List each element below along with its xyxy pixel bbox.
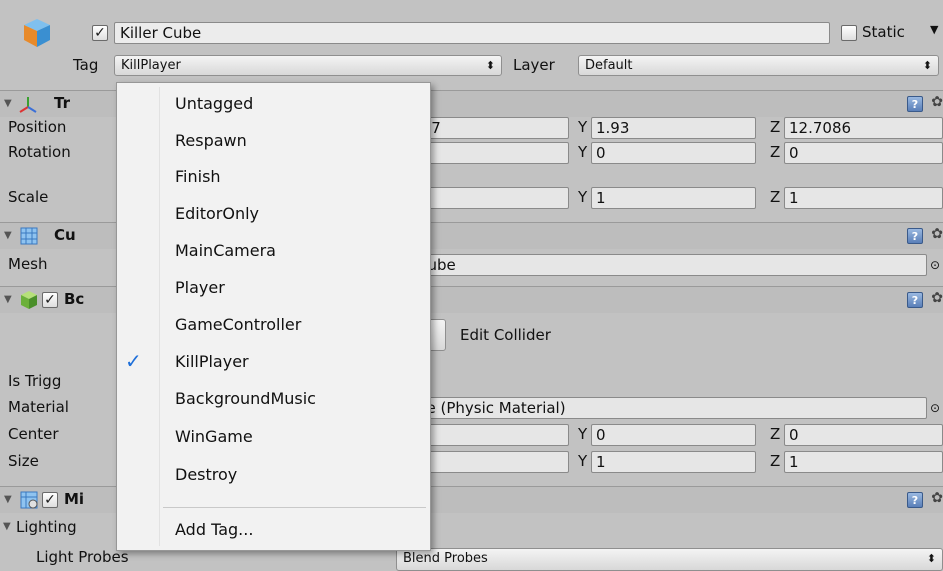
center-z-field[interactable]: 0 (784, 424, 943, 446)
layer-dropdown[interactable]: Default ⬍ (578, 55, 939, 76)
tag-dropdown-value: KillPlayer (121, 58, 181, 73)
foldout-arrow-icon[interactable]: ▼ (4, 230, 12, 241)
is-trigger-label: Is Trigg (8, 372, 62, 390)
mesh-renderer-title: Mi (64, 490, 85, 508)
mesh-label: Mesh (8, 255, 48, 273)
menu-item-maincamera[interactable]: MainCamera (117, 233, 430, 269)
mesh-filter-title: Cu (54, 226, 76, 244)
axis-z-label: Z (770, 425, 781, 443)
tag-dropdown[interactable]: KillPlayer ⬍ (114, 55, 502, 76)
material-label: Material (8, 398, 69, 416)
light-probes-label: Light Probes (36, 548, 129, 566)
position-z-field[interactable]: 12.7086 (784, 117, 943, 139)
menu-item-gamecontroller[interactable]: GameController (117, 307, 430, 343)
axis-y-label: Y (578, 118, 588, 136)
menu-item-editoronly[interactable]: EditorOnly (117, 196, 430, 232)
menu-item-untagged[interactable]: Untagged (117, 86, 430, 122)
menu-item-wingame[interactable]: WinGame (117, 419, 430, 455)
help-icon[interactable]: ? (907, 492, 923, 508)
axis-z-label: Z (770, 188, 781, 206)
light-probes-dropdown[interactable]: Blend Probes ⬍ (396, 548, 943, 571)
gear-icon[interactable]: ✿ (931, 490, 943, 506)
size-y-field[interactable]: 1 (591, 451, 756, 473)
lighting-foldout-label[interactable]: Lighting (16, 518, 77, 536)
static-label: Static (862, 23, 905, 41)
layer-dropdown-value: Default (585, 58, 633, 73)
gear-icon[interactable]: ✿ (931, 290, 943, 306)
scale-y-field[interactable]: 1 (591, 187, 756, 209)
edit-collider-label: Edit Collider (460, 326, 551, 344)
size-label: Size (8, 452, 39, 470)
scale-label: Scale (8, 188, 49, 206)
object-picker-icon[interactable]: ⊙ (930, 258, 940, 272)
mesh-grid-icon (20, 227, 38, 245)
object-picker-icon[interactable]: ⊙ (930, 401, 940, 415)
help-icon[interactable]: ? (907, 228, 923, 244)
static-dropdown-arrow-icon[interactable]: ▼ (930, 23, 938, 36)
menu-item-add-tag[interactable]: Add Tag... (117, 512, 430, 548)
light-probes-value: Blend Probes (403, 551, 488, 566)
foldout-arrow-icon[interactable]: ▼ (4, 294, 12, 305)
center-y-field[interactable]: 0 (591, 424, 756, 446)
mesh-renderer-icon (20, 491, 38, 509)
component-enabled-checkbox[interactable]: ✓ (42, 492, 58, 508)
inspector-panel: ✓ Killer Cube Static ▼ Tag KillPlayer ⬍ … (0, 0, 943, 571)
checkmark-icon: ✓ (44, 292, 56, 308)
scale-z-field[interactable]: 1 (784, 187, 943, 209)
rotation-z-field[interactable]: 0 (784, 142, 943, 164)
axis-z-label: Z (770, 452, 781, 470)
center-x-field[interactable] (412, 424, 569, 446)
foldout-arrow-icon[interactable]: ▼ (4, 494, 12, 505)
help-icon[interactable]: ? (907, 96, 923, 112)
dropdown-arrow-icon: ⬍ (922, 59, 932, 72)
center-label: Center (8, 425, 59, 443)
scale-x-field[interactable] (412, 187, 569, 209)
menu-item-backgroundmusic[interactable]: BackgroundMusic (117, 381, 430, 417)
size-z-field[interactable]: 1 (784, 451, 943, 473)
mesh-object-field[interactable]: Cube (412, 254, 927, 276)
position-x-field[interactable]: .77 (412, 117, 569, 139)
position-y-field[interactable]: 1.93 (591, 117, 756, 139)
axis-y-label: Y (578, 452, 588, 470)
axis-y-label: Y (578, 425, 588, 443)
menu-item-finish[interactable]: Finish (117, 159, 430, 195)
object-name-field[interactable]: Killer Cube (114, 22, 830, 44)
rotation-x-field[interactable] (412, 142, 569, 164)
menu-item-killplayer[interactable]: KillPlayer (117, 344, 430, 380)
gear-icon[interactable]: ✿ (931, 226, 943, 242)
foldout-arrow-icon[interactable]: ▼ (4, 98, 12, 109)
active-checkbox[interactable]: ✓ (92, 25, 108, 41)
axis-z-label: Z (770, 118, 781, 136)
tag-dropdown-menu: Untagged Respawn Finish EditorOnly MainC… (116, 82, 431, 551)
gear-icon[interactable]: ✿ (931, 94, 943, 110)
transform-axes-icon (19, 97, 37, 113)
rotation-y-field[interactable]: 0 (591, 142, 756, 164)
tag-label: Tag (73, 56, 99, 74)
transform-title: Tr (54, 94, 70, 112)
layer-label: Layer (513, 56, 555, 74)
rotation-label: Rotation (8, 143, 71, 161)
position-label: Position (8, 118, 67, 136)
axis-y-label: Y (578, 143, 588, 161)
material-object-field[interactable]: ne (Physic Material) (412, 397, 927, 419)
box-collider-title: Bc (64, 290, 85, 308)
dropdown-arrow-icon: ⬍ (485, 59, 495, 72)
axis-y-label: Y (578, 188, 588, 206)
size-x-field[interactable] (412, 451, 569, 473)
component-enabled-checkbox[interactable]: ✓ (42, 292, 58, 308)
menu-item-player[interactable]: Player (117, 270, 430, 306)
checkmark-icon: ✓ (44, 492, 56, 508)
dropdown-arrow-icon: ⬍ (926, 552, 936, 565)
box-collider-icon (21, 291, 37, 309)
gameobject-cube-icon (24, 19, 50, 47)
axis-z-label: Z (770, 143, 781, 161)
menu-separator (163, 507, 426, 508)
selected-checkmark-icon: ✓ (125, 349, 142, 373)
menu-item-destroy[interactable]: Destroy (117, 457, 430, 493)
help-icon[interactable]: ? (907, 292, 923, 308)
static-checkbox[interactable] (841, 25, 857, 41)
menu-item-respawn[interactable]: Respawn (117, 123, 430, 159)
checkmark-icon: ✓ (94, 25, 106, 41)
foldout-arrow-icon[interactable]: ▼ (3, 521, 11, 532)
